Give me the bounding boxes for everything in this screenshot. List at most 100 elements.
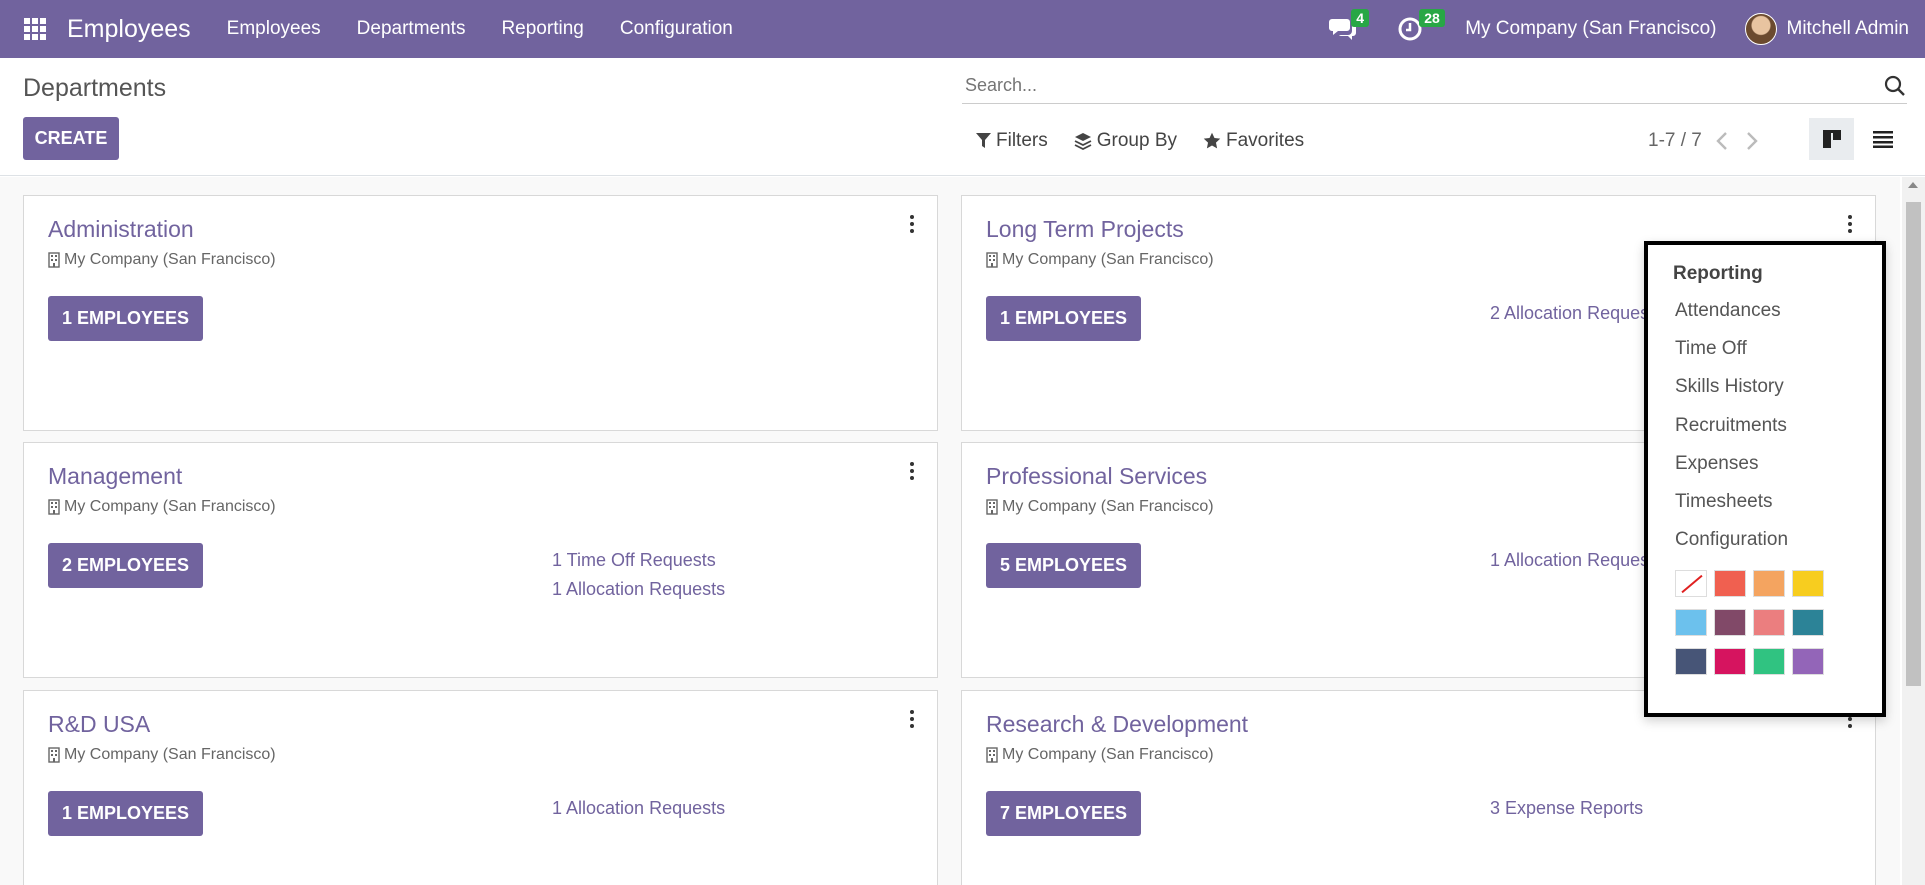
card-links: 1 Allocation Requests — [1490, 546, 1663, 575]
company-switcher[interactable]: My Company (San Francisco) — [1465, 18, 1716, 40]
department-company: My Company (San Francisco) — [48, 498, 276, 516]
layers-icon — [1074, 133, 1092, 150]
filters-label: Filters — [996, 130, 1048, 151]
menu-reporting[interactable]: Reporting — [501, 18, 583, 40]
company-name: My Company (San Francisco) — [1002, 746, 1214, 763]
employees-button[interactable]: 1 EMPLOYEES — [986, 296, 1142, 341]
search-options: Filters Group By Favorites — [976, 130, 1330, 152]
department-company: My Company (San Francisco) — [986, 498, 1214, 516]
employees-button[interactable]: 5 EMPLOYEES — [986, 543, 1142, 588]
department-title[interactable]: Management — [48, 463, 182, 490]
menu-configuration[interactable]: Configuration — [620, 18, 733, 40]
employees-button[interactable]: 2 EMPLOYEES — [48, 543, 204, 588]
menu-employees[interactable]: Employees — [227, 18, 321, 40]
company-name: My Company (San Francisco) — [1002, 251, 1214, 268]
search-icon[interactable] — [1883, 74, 1907, 98]
group-by-button[interactable]: Group By — [1074, 130, 1177, 152]
scroll-up-icon[interactable] — [1908, 182, 1918, 188]
navbar-right: 4 28 My Company (San Francisco) Mitchell… — [1329, 0, 1925, 58]
color-swatch[interactable] — [1753, 609, 1785, 636]
user-menu[interactable]: Mitchell Admin — [1787, 18, 1910, 40]
pager-previous-icon[interactable] — [1710, 128, 1736, 154]
dropdown-header: Reporting — [1673, 263, 1763, 284]
messages-button[interactable]: 4 — [1329, 9, 1369, 43]
kanban-view-button[interactable] — [1809, 118, 1854, 160]
menu-item-recruitments[interactable]: Recruitments — [1675, 415, 1787, 437]
color-swatch[interactable] — [1753, 648, 1785, 675]
menu-item-attendances[interactable]: Attendances — [1675, 300, 1781, 322]
user-avatar[interactable] — [1744, 13, 1777, 45]
top-navbar: Employees Employees Departments Reportin… — [0, 0, 1925, 58]
favorites-button[interactable]: Favorites — [1203, 130, 1304, 152]
menu-item-skills-history[interactable]: Skills History — [1675, 376, 1784, 398]
pager-next-icon[interactable] — [1738, 128, 1764, 154]
building-icon — [48, 252, 60, 268]
employees-button[interactable]: 1 EMPLOYEES — [48, 791, 204, 836]
search-input[interactable] — [962, 75, 1907, 96]
color-swatch[interactable] — [1675, 609, 1707, 636]
card-menu-icon[interactable] — [905, 708, 919, 730]
department-title[interactable]: R&D USA — [48, 711, 150, 738]
card-links: 1 Allocation Requests — [552, 794, 725, 823]
color-swatch[interactable] — [1714, 570, 1746, 597]
department-title[interactable]: Long Term Projects — [986, 216, 1184, 243]
menu-item-timesheets[interactable]: Timesheets — [1675, 491, 1773, 513]
card-menu-icon[interactable] — [905, 460, 919, 482]
activities-button[interactable]: 28 — [1397, 9, 1445, 43]
filters-button[interactable]: Filters — [976, 130, 1048, 152]
allocation-requests-link[interactable]: 1 Allocation Requests — [552, 794, 725, 823]
department-card[interactable]: Management My Company (San Francisco) 2 … — [23, 442, 938, 678]
employees-button[interactable]: 1 EMPLOYEES — [48, 296, 204, 341]
menu-item-expenses[interactable]: Expenses — [1675, 453, 1758, 475]
expense-reports-link[interactable]: 3 Expense Reports — [1490, 794, 1643, 823]
favorites-label: Favorites — [1226, 130, 1305, 151]
employees-button[interactable]: 7 EMPLOYEES — [986, 791, 1142, 836]
kanban-view: Administration My Company (San Francisco… — [0, 177, 1900, 885]
time-off-requests-link[interactable]: 1 Time Off Requests — [552, 546, 725, 575]
color-swatch-none[interactable] — [1675, 570, 1707, 597]
department-card[interactable]: R&D USA My Company (San Francisco) 1 EMP… — [23, 690, 938, 885]
color-swatch[interactable] — [1753, 570, 1785, 597]
company-name: My Company (San Francisco) — [64, 251, 276, 268]
allocation-requests-link[interactable]: 1 Allocation Requests — [552, 575, 725, 604]
color-swatch[interactable] — [1792, 570, 1824, 597]
menu-item-configuration[interactable]: Configuration — [1675, 529, 1788, 551]
apps-menu-icon[interactable] — [24, 18, 46, 40]
app-brand[interactable]: Employees — [67, 15, 191, 44]
card-links: 3 Expense Reports — [1490, 794, 1643, 823]
company-name: My Company (San Francisco) — [64, 498, 276, 515]
department-title[interactable]: Research & Development — [986, 711, 1248, 738]
card-menu-icon[interactable] — [1843, 213, 1857, 235]
search-bar — [962, 68, 1907, 104]
department-company: My Company (San Francisco) — [986, 251, 1214, 269]
building-icon — [986, 747, 998, 763]
menu-item-time-off[interactable]: Time Off — [1675, 338, 1747, 360]
activities-count-badge: 28 — [1419, 9, 1445, 27]
card-menu-icon[interactable] — [905, 213, 919, 235]
department-card[interactable]: Administration My Company (San Francisco… — [23, 195, 938, 431]
create-button[interactable]: CREATE — [23, 117, 119, 160]
menu-departments[interactable]: Departments — [357, 18, 466, 40]
department-company: My Company (San Francisco) — [986, 746, 1214, 764]
pager-value[interactable]: 1-7 / 7 — [1648, 130, 1702, 152]
list-view-button[interactable] — [1860, 118, 1905, 160]
control-panel: Departments CREATE Filters Group By Favo… — [0, 58, 1925, 176]
department-title[interactable]: Professional Services — [986, 463, 1207, 490]
scroll-thumb[interactable] — [1906, 202, 1921, 686]
color-swatch[interactable] — [1675, 648, 1707, 675]
building-icon — [986, 499, 998, 515]
color-swatch[interactable] — [1714, 609, 1746, 636]
building-icon — [48, 747, 60, 763]
color-swatch[interactable] — [1792, 609, 1824, 636]
allocation-requests-link[interactable]: 2 Allocation Requests — [1490, 299, 1663, 328]
messages-count-badge: 4 — [1351, 9, 1369, 27]
star-icon — [1203, 132, 1221, 149]
vertical-scrollbar[interactable] — [1902, 177, 1925, 885]
color-swatch[interactable] — [1714, 648, 1746, 675]
department-card[interactable]: Research & Development My Company (San F… — [961, 690, 1876, 885]
kanban-icon — [1822, 130, 1841, 148]
allocation-requests-link[interactable]: 1 Allocation Requests — [1490, 546, 1663, 575]
department-title[interactable]: Administration — [48, 216, 194, 243]
building-icon — [986, 252, 998, 268]
color-swatch[interactable] — [1792, 648, 1824, 675]
